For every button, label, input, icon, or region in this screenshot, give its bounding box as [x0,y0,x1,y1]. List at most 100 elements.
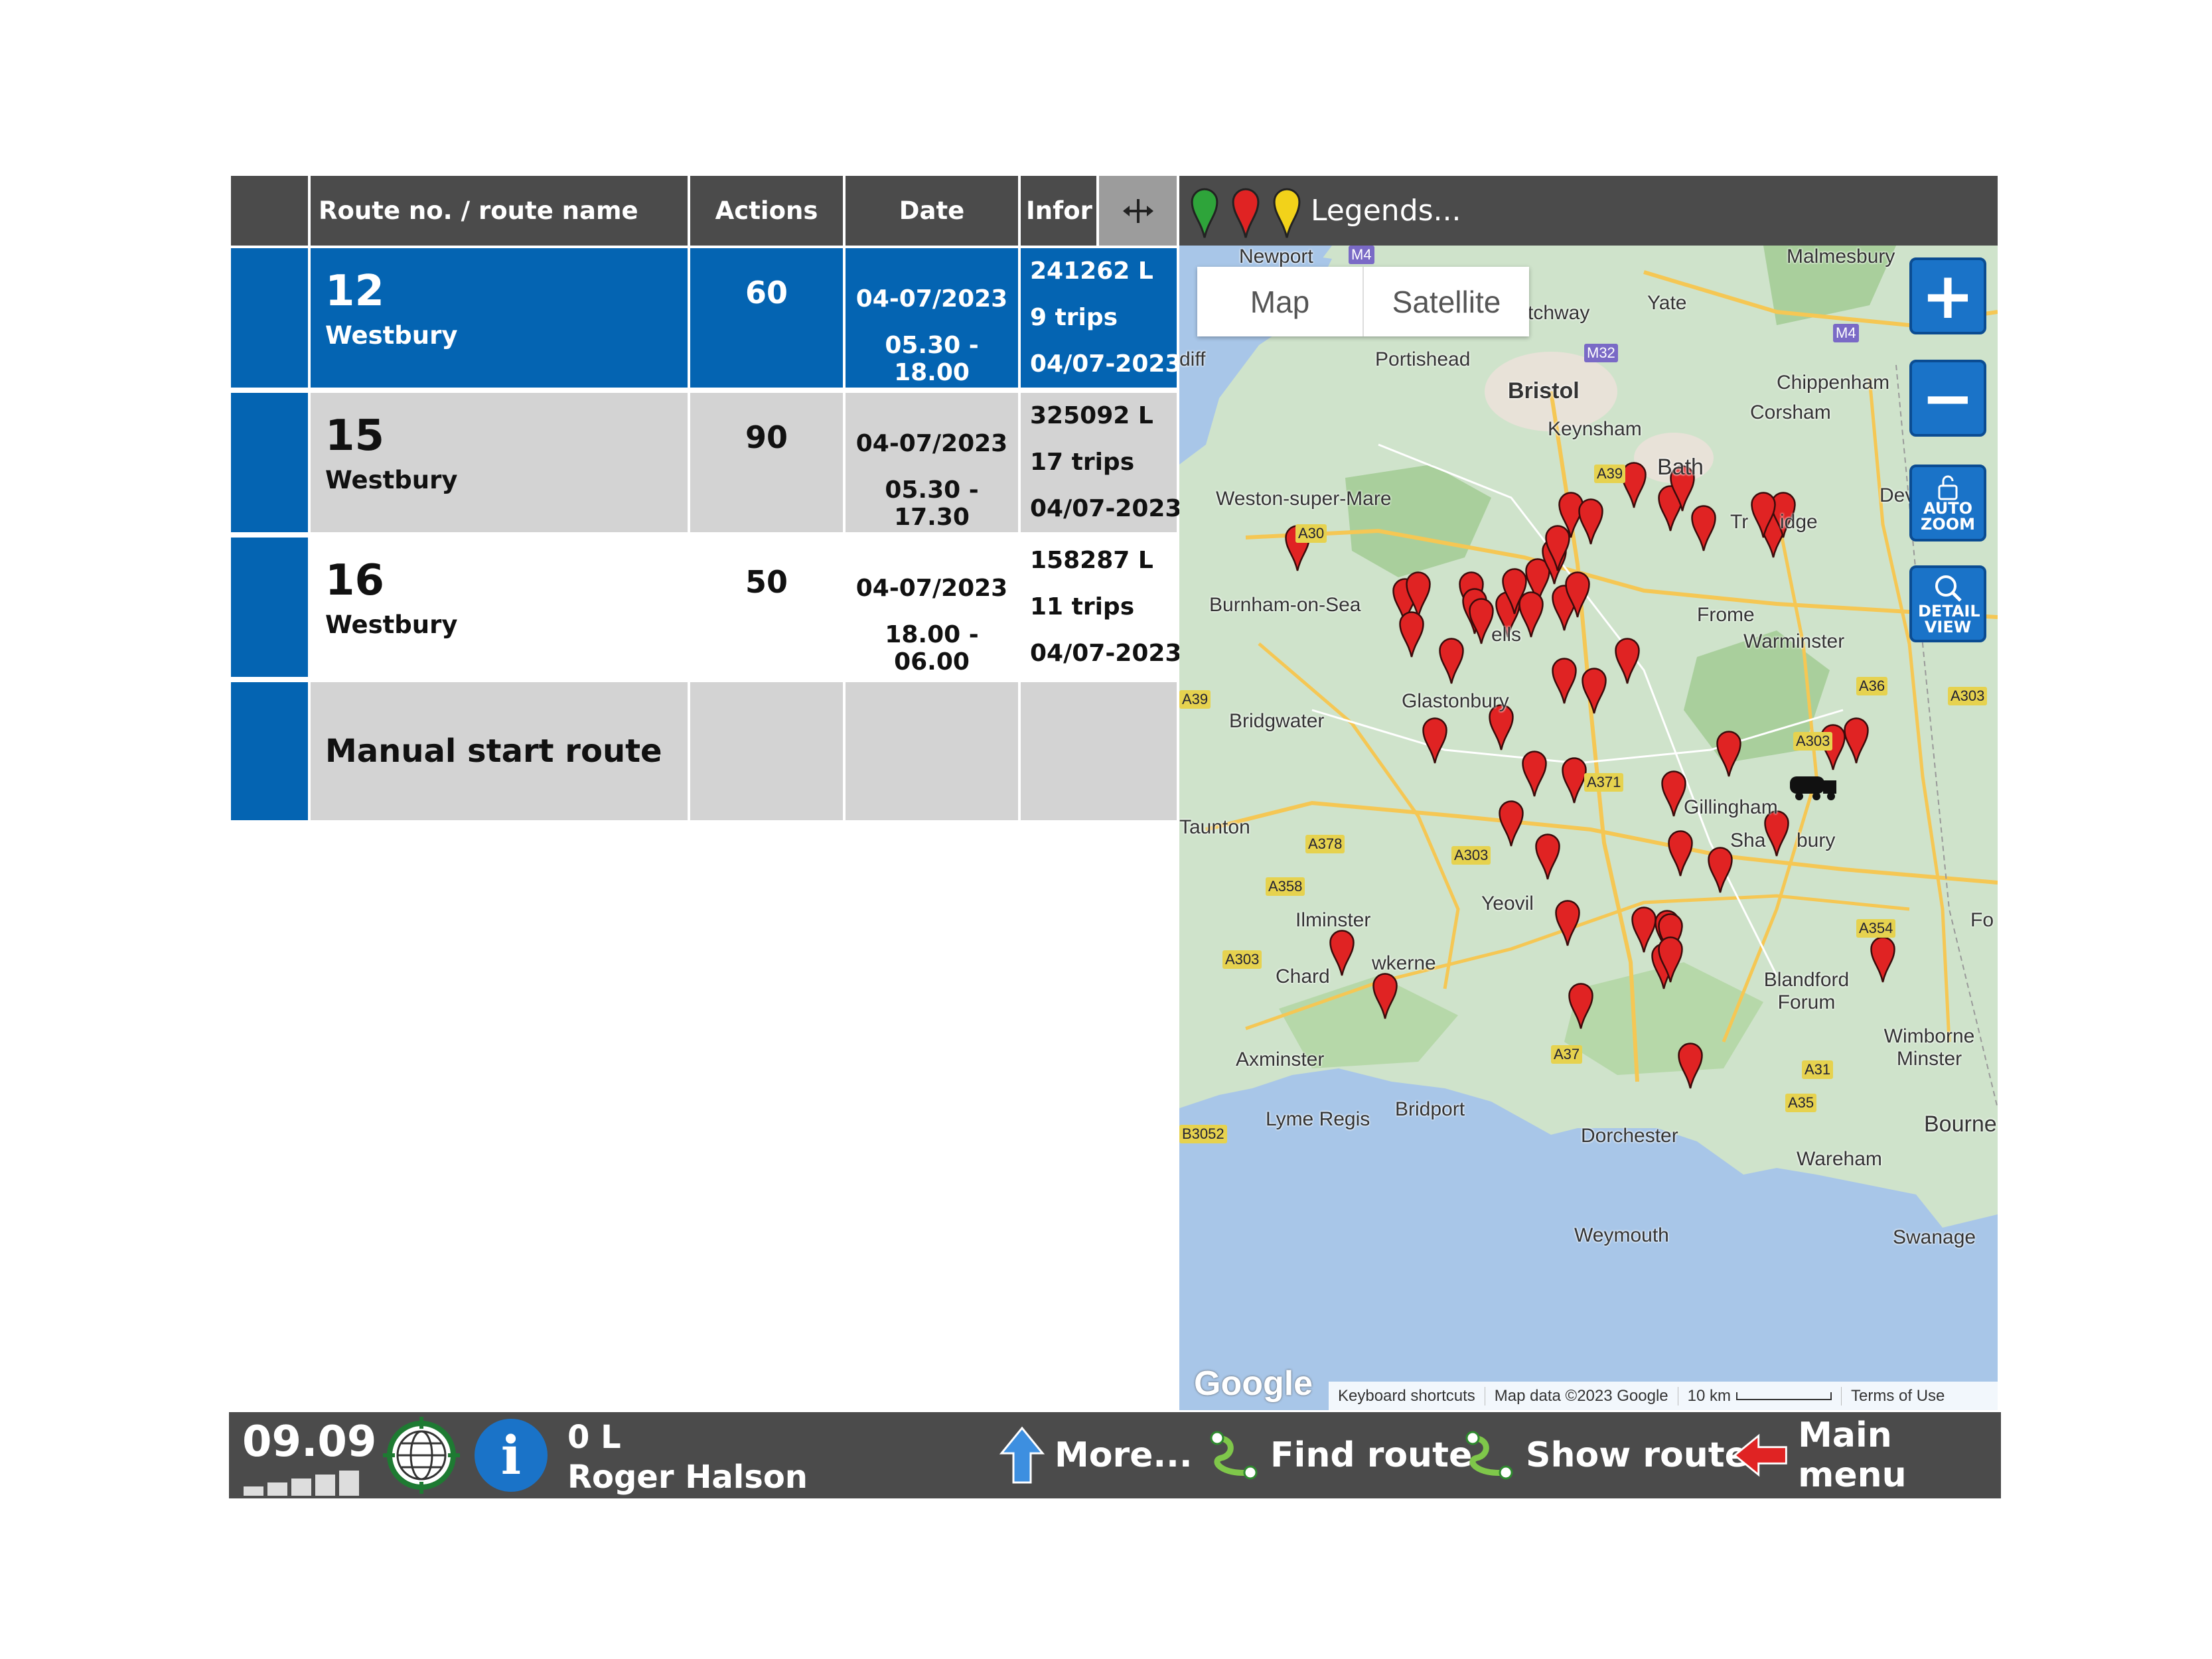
more-label: More... [1055,1435,1193,1475]
more-button[interactable]: More... [999,1412,1193,1498]
map-label: Bourne [1924,1112,1997,1137]
route-number: 12 [325,267,385,316]
map-label: Gillingham [1684,796,1778,818]
road-badge: M4 [1349,246,1374,264]
road-badge: A39 [1179,690,1211,709]
info-icon[interactable]: i [475,1419,548,1492]
road-badge: A303 [1451,846,1491,865]
map-label: Burnham-on-Sea [1209,594,1361,616]
route-volume: 158287 L [1030,547,1153,574]
road-badge: A303 [1222,950,1262,969]
route-name: Westbury [325,321,458,350]
road-badge: A354 [1856,919,1896,938]
table-row-route-name[interactable]: 12 Westbury [311,248,688,388]
route-time: 18.00 - 06.00 [885,621,979,676]
signal-strength-icon [244,1471,359,1496]
table-row-actions[interactable]: 50 [690,538,843,677]
route-date: 04-07/2023 [855,430,1008,457]
column-resize-handle[interactable] [1099,176,1177,246]
table-row-date[interactable]: 04-07/2023 05.30 - 18.00 [846,248,1018,388]
map-label: Weston-super-Mare [1216,488,1392,510]
detail-view-button[interactable]: DETAIL VIEW [1909,565,1986,642]
route-volume: 241262 L [1030,257,1153,285]
map-label: Newport [1239,246,1313,267]
row-marker [231,248,308,388]
map-label: idge [1780,511,1818,533]
map-label: Bridgwater [1229,710,1325,732]
show-route-button[interactable]: Show route [1463,1412,1748,1498]
map-label: tchway [1528,302,1590,324]
row-marker [231,393,308,532]
map-label: Bridport [1395,1098,1465,1120]
route-name: Westbury [325,466,458,494]
route-info-date: 04/07-2023 [1030,495,1182,522]
map-label: Fo [1970,909,1994,931]
row-marker [231,682,308,820]
manual-start-label: Manual start route [325,733,662,770]
map-label: Corsham [1750,401,1831,423]
map-label: bury [1797,830,1836,851]
table-row-date[interactable]: 04-07/2023 18.00 - 06.00 [846,538,1018,677]
actions-count: 90 [745,419,788,455]
table-row-actions[interactable]: 90 [690,393,843,532]
map-label: Glastonbury [1402,690,1509,712]
column-header-route[interactable]: Route no. / route name [311,176,688,246]
column-header-actions[interactable]: Actions [690,176,843,246]
map-label: Yate [1647,292,1687,314]
route-date: 04-07/2023 [855,285,1008,313]
globe-gps-icon[interactable] [382,1415,461,1495]
table-row-info[interactable]: 325092 L 17 trips 04/07-2023 [1021,393,1181,532]
route-name: Westbury [325,611,458,639]
map-label: Lyme Regis [1266,1108,1370,1130]
map-type-satellite-button[interactable]: Satellite [1364,267,1529,336]
keyboard-shortcuts-link[interactable]: Keyboard shortcuts [1329,1386,1485,1406]
road-badge: A371 [1584,773,1624,792]
route-time: 05.30 - 17.30 [885,476,979,531]
manual-start-route-button[interactable]: Manual start route [311,682,688,820]
legend-pins-icon[interactable] [1185,181,1304,241]
scale-bar [1736,1392,1832,1400]
map-label: Malmesbury [1787,246,1895,267]
route-time: 05.30 - 18.00 [885,332,979,386]
find-route-button[interactable]: Find route [1208,1412,1472,1498]
route-info-date: 04/07-2023 [1030,350,1182,378]
road-badge: A303 [1793,732,1833,751]
road-badge: A35 [1785,1094,1817,1112]
table-row-route-name[interactable]: 15 Westbury [311,393,688,532]
map-view[interactable]: Newport Malmesbury Yate tchway Portishea… [1179,246,1998,1410]
table-row-info[interactable]: 241262 L 9 trips 04/07-2023 [1021,248,1181,388]
map-type-map-button[interactable]: Map [1197,267,1363,336]
column-header-date[interactable]: Date [846,176,1018,246]
map-label: Wimborne Minster [1883,1025,1975,1070]
driver-name: Roger Halson [567,1459,808,1496]
route-info-date: 04/07-2023 [1030,640,1182,667]
map-label: Warminster [1743,630,1845,652]
road-badge: B3052 [1179,1125,1227,1143]
auto-zoom-label: AUTO ZOOM [1920,499,1976,534]
zoom-in-button[interactable]: + [1909,257,1986,334]
road-badge: M32 [1584,344,1618,362]
map-label: Portishead [1375,348,1471,370]
legends-button[interactable]: Legends... [1311,176,1461,246]
road-badge: A30 [1295,524,1327,543]
empty-cell [1021,682,1177,820]
header-left-spacer [231,176,308,246]
auto-zoom-button[interactable]: AUTO ZOOM [1909,465,1986,541]
road-badge: A36 [1856,677,1888,695]
legend-pin [1273,188,1301,238]
clock: 09.09 [242,1417,377,1467]
main-menu-label: Main menu [1798,1415,1907,1495]
arrow-left-icon [1733,1433,1787,1477]
empty-cell [846,682,1018,820]
road-badge: A39 [1594,465,1626,483]
column-header-info[interactable]: Infor [1021,176,1096,246]
table-row-actions[interactable]: 60 [690,248,843,388]
terms-link[interactable]: Terms of Use [1842,1387,1954,1406]
main-menu-button[interactable]: Main menu [1732,1412,2001,1498]
detail-view-label: DETAIL VIEW [1918,602,1980,636]
show-route-label: Show route [1526,1435,1748,1475]
zoom-out-button[interactable]: − [1909,360,1986,437]
table-row-route-name[interactable]: 16 Westbury [311,538,688,677]
table-row-date[interactable]: 04-07/2023 05.30 - 17.30 [846,393,1018,532]
table-row-info[interactable]: 158287 L 11 trips 04/07-2023 [1021,538,1181,677]
